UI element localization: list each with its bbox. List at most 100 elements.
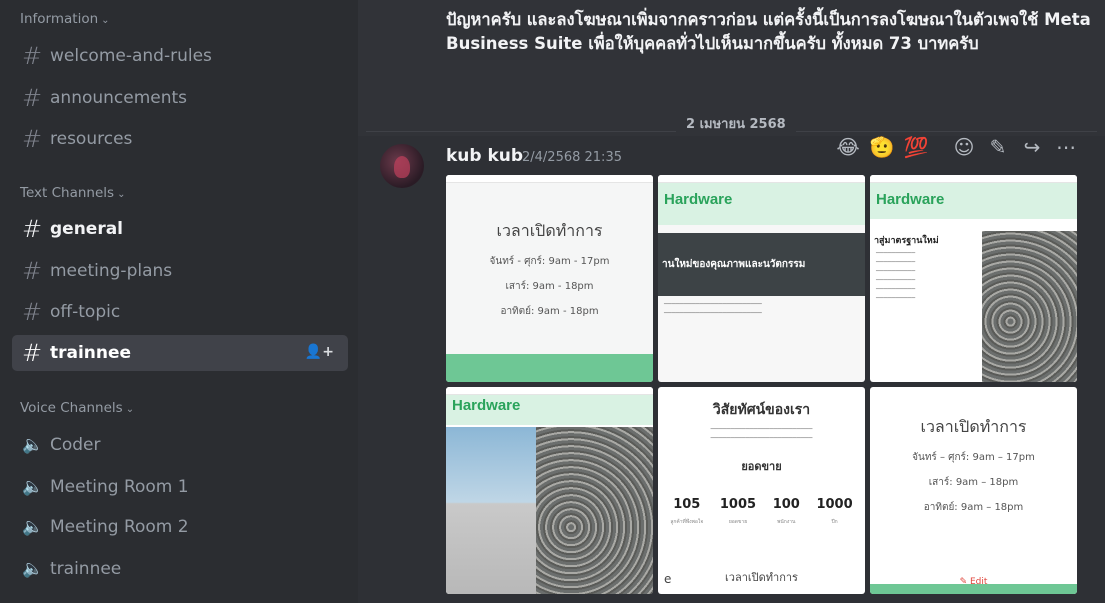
stat-item: 100 พนักงาน bbox=[773, 497, 800, 526]
sales-title: ยอดขาย bbox=[741, 460, 782, 473]
green-bar bbox=[870, 584, 1077, 594]
vision-title: วิสัยทัศน์ของเรา bbox=[712, 402, 811, 418]
attachment-image-hours[interactable]: เวลาเปิดทำการ จันทร์ - ศุกร์: 9am - 17pm… bbox=[446, 175, 653, 382]
stat-item: 105 ลูกค้าที่พึงพอใจ bbox=[670, 497, 703, 526]
attachment-image-hours-edit[interactable]: เวลาเปิดทำการ จันทร์ – ศุกร์: 9am – 17pm… bbox=[870, 387, 1077, 594]
avatar[interactable] bbox=[380, 144, 424, 188]
chevron-down-icon: ⌄ bbox=[117, 189, 126, 200]
channel-trainnee[interactable]: # trainnee 👤+ bbox=[12, 335, 348, 371]
channel-label: trainnee bbox=[50, 343, 132, 363]
channel-label: Meeting Room 2 bbox=[50, 517, 189, 537]
reaction-laugh-button[interactable]: 😂 bbox=[834, 133, 862, 161]
channel-general[interactable]: # general bbox=[12, 211, 348, 247]
channel-label: trainnee bbox=[50, 559, 122, 579]
standard-body-text: ────────── ────────── ────────── ──────────… bbox=[876, 249, 916, 302]
building-photo bbox=[446, 427, 536, 594]
channel-label: announcements bbox=[50, 88, 188, 108]
attachment-image-hardware-banner[interactable]: Hardware านใหม่ของคุณภาพและนวัตกรรม ────… bbox=[658, 175, 865, 382]
message-author[interactable]: kub kub bbox=[446, 146, 523, 166]
category-label: Text Channels bbox=[20, 185, 115, 201]
stat-item: 1000 ปีก bbox=[816, 497, 852, 526]
hash-icon: # bbox=[22, 125, 43, 153]
speaker-icon: 🔈 bbox=[22, 435, 44, 455]
hash-icon: # bbox=[22, 257, 43, 285]
channel-label: Coder bbox=[50, 435, 101, 455]
reaction-100-button[interactable]: 💯 bbox=[902, 133, 930, 161]
voice-channel-coder[interactable]: 🔈 Coder bbox=[12, 427, 348, 463]
speaker-icon: 🔈 bbox=[22, 517, 44, 537]
banner-body-text: ───────────────────────── ───────────────… bbox=[664, 300, 762, 317]
brand-heading: Hardware bbox=[870, 183, 1077, 219]
chat-area: ปัญหาครับ และลงโฆษณาเพิ่มจากคราวก่อน แต่… bbox=[358, 0, 1105, 603]
channel-label: general bbox=[50, 219, 124, 239]
stat-value: 1000 bbox=[816, 497, 853, 512]
voice-channel-meeting-room-2[interactable]: 🔈 Meeting Room 2 bbox=[12, 509, 348, 545]
speaker-icon: 🔈 bbox=[22, 559, 44, 579]
stat-label: พนักงาน bbox=[777, 519, 796, 525]
sales-stats: 105 ลูกค้าที่พึงพอใจ 1005 ยอดขาย 100 พนั… bbox=[658, 497, 865, 526]
channel-welcome-and-rules[interactable]: # welcome-and-rules bbox=[12, 38, 348, 74]
hash-icon: # bbox=[22, 84, 43, 112]
vision-body-text: ────────────────────────── ──────────────… bbox=[710, 425, 813, 442]
hash-icon: # bbox=[22, 339, 43, 367]
hash-icon: # bbox=[22, 298, 43, 326]
stat-label: ลูกค้าที่พึงพอใจ bbox=[670, 519, 704, 525]
attachment-image-hardware-photo[interactable]: Hardware bbox=[446, 387, 653, 594]
add-member-icon[interactable]: 👤+ bbox=[305, 344, 334, 360]
previous-message-text: ปัญหาครับ และลงโฆษณาเพิ่มจากคราวก่อน แต่… bbox=[446, 10, 1091, 53]
steel-pipes-photo bbox=[982, 231, 1077, 382]
hours-title: เวลาเปิดทำการ bbox=[920, 417, 1027, 436]
chevron-down-icon: ⌄ bbox=[101, 15, 110, 26]
channel-sidebar: Information ⌄ # welcome-and-rules # announc… bbox=[0, 0, 358, 603]
stat-label: ยอดขาย bbox=[728, 519, 748, 525]
stat-value: 100 bbox=[772, 497, 800, 512]
channel-off-topic[interactable]: # off-topic bbox=[12, 294, 348, 330]
stat-value: 1005 bbox=[719, 497, 757, 512]
voice-channel-meeting-room-1[interactable]: 🔈 Meeting Room 1 bbox=[12, 469, 348, 505]
hash-icon: # bbox=[22, 215, 43, 243]
message-timestamp: 2/4/2568 21:35 bbox=[522, 150, 622, 165]
hours-line-weekday: จันทร์ – ศุกร์: 9am – 17pm bbox=[912, 452, 1035, 463]
forward-icon[interactable]: ↪ bbox=[1018, 133, 1046, 161]
add-reaction-icon[interactable]: ☺ bbox=[950, 133, 978, 161]
channel-label: meeting-plans bbox=[50, 261, 173, 281]
channel-resources[interactable]: # resources bbox=[12, 121, 348, 157]
channel-label: welcome-and-rules bbox=[50, 46, 212, 66]
green-bar bbox=[446, 354, 653, 382]
pencil-icon[interactable]: ✎ bbox=[984, 133, 1012, 161]
category-label: Voice Channels bbox=[20, 400, 123, 416]
stat-item: 1005 ยอดขาย bbox=[720, 497, 756, 526]
bottom-hours-title: เวลาเปิดทำการ bbox=[725, 571, 798, 584]
channel-label: off-topic bbox=[50, 302, 121, 322]
speaker-icon: 🔈 bbox=[22, 477, 44, 497]
chevron-down-icon: ⌄ bbox=[125, 404, 135, 415]
attachment-image-vision-sales[interactable]: วิสัยทัศน์ของเรา ───────────────────────… bbox=[658, 387, 865, 594]
stat-label: ปีก bbox=[831, 519, 838, 525]
hours-line-saturday: เสาร์: 9am - 18pm bbox=[505, 281, 594, 292]
attachment-image-hardware-standard[interactable]: Hardware าสู่มาตรฐานใหม่ ────────── ─────… bbox=[870, 175, 1077, 382]
stat-value: 105 bbox=[673, 497, 701, 512]
category-voice-channels[interactable]: Voice Channels ⌄ bbox=[20, 400, 134, 416]
hash-icon: # bbox=[22, 42, 43, 70]
category-label: Information bbox=[20, 11, 99, 27]
hours-line-sunday: อาทิตย์: 9am – 18pm bbox=[923, 502, 1024, 513]
date-divider-label: 2 เมษายน 2568 bbox=[676, 113, 796, 134]
more-icon[interactable]: ⋯ bbox=[1052, 133, 1080, 161]
brand-heading: Hardware bbox=[658, 183, 865, 225]
voice-channel-trainnee[interactable]: 🔈 trainnee bbox=[12, 551, 348, 587]
channel-meeting-plans[interactable]: # meeting-plans bbox=[12, 253, 348, 289]
category-text-channels[interactable]: Text Channels ⌄ bbox=[20, 185, 125, 201]
hours-line-weekday: จันทร์ - ศุกร์: 9am - 17pm bbox=[489, 256, 610, 267]
steel-pipes-photo bbox=[536, 427, 653, 594]
category-information[interactable]: Information ⌄ bbox=[20, 11, 110, 27]
channel-label: Meeting Room 1 bbox=[50, 477, 189, 497]
banner-heading: านใหม่ของคุณภาพและนวัตกรรม bbox=[658, 233, 865, 296]
channel-label: resources bbox=[50, 129, 133, 149]
message-toolbar: 😂 🫡 💯 ☺ ✎ ↪ ⋯ bbox=[834, 130, 1080, 164]
hours-title: เวลาเปิดทำการ bbox=[496, 221, 603, 240]
hours-line-sunday: อาทิตย์: 9am - 18pm bbox=[500, 306, 599, 317]
reaction-salute-button[interactable]: 🫡 bbox=[868, 133, 896, 161]
channel-announcements[interactable]: # announcements bbox=[12, 80, 348, 116]
hours-line-saturday: เสาร์: 9am – 18pm bbox=[928, 477, 1019, 488]
brand-heading: Hardware bbox=[446, 395, 653, 425]
